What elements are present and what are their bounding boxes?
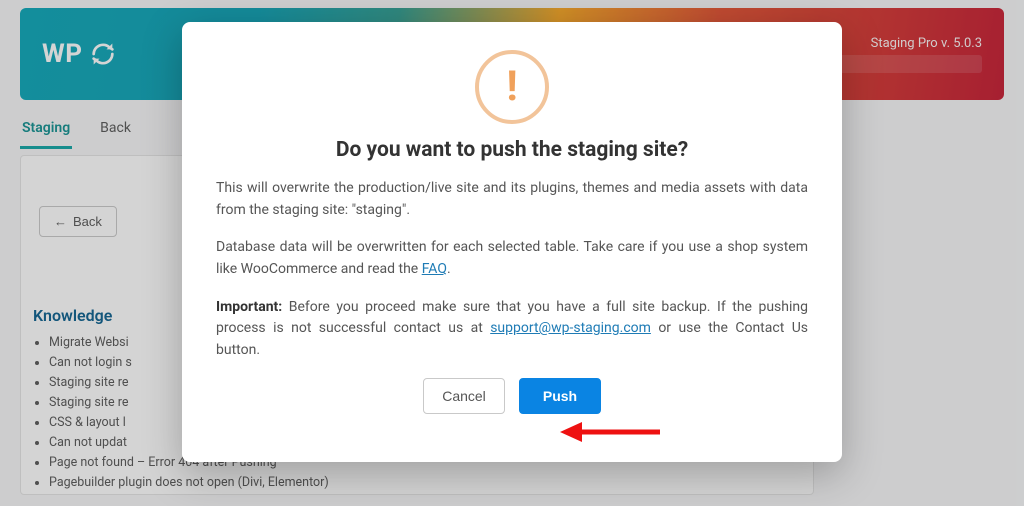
push-button[interactable]: Push — [519, 378, 601, 414]
modal-title: Do you want to push the staging site? — [216, 138, 808, 162]
modal-text-2a: Database data will be overwritten for ea… — [216, 239, 808, 277]
cancel-button[interactable]: Cancel — [423, 378, 505, 414]
warning-icon: ! — [475, 50, 549, 124]
modal-text-1: This will overwrite the production/live … — [216, 178, 808, 221]
modal-text-2: Database data will be overwritten for ea… — [216, 237, 808, 280]
faq-link[interactable]: FAQ — [422, 261, 447, 277]
important-label: Important: — [216, 299, 282, 315]
modal-text-2b: . — [447, 261, 451, 277]
push-confirm-modal: ! Do you want to push the staging site? … — [182, 22, 842, 462]
modal-overlay: ! Do you want to push the staging site? … — [0, 0, 1024, 506]
modal-text-3: Important: Before you proceed make sure … — [216, 297, 808, 362]
modal-actions: Cancel Push — [216, 378, 808, 414]
support-email-link[interactable]: support@wp-staging.com — [490, 320, 651, 336]
exclamation-icon: ! — [506, 66, 517, 108]
